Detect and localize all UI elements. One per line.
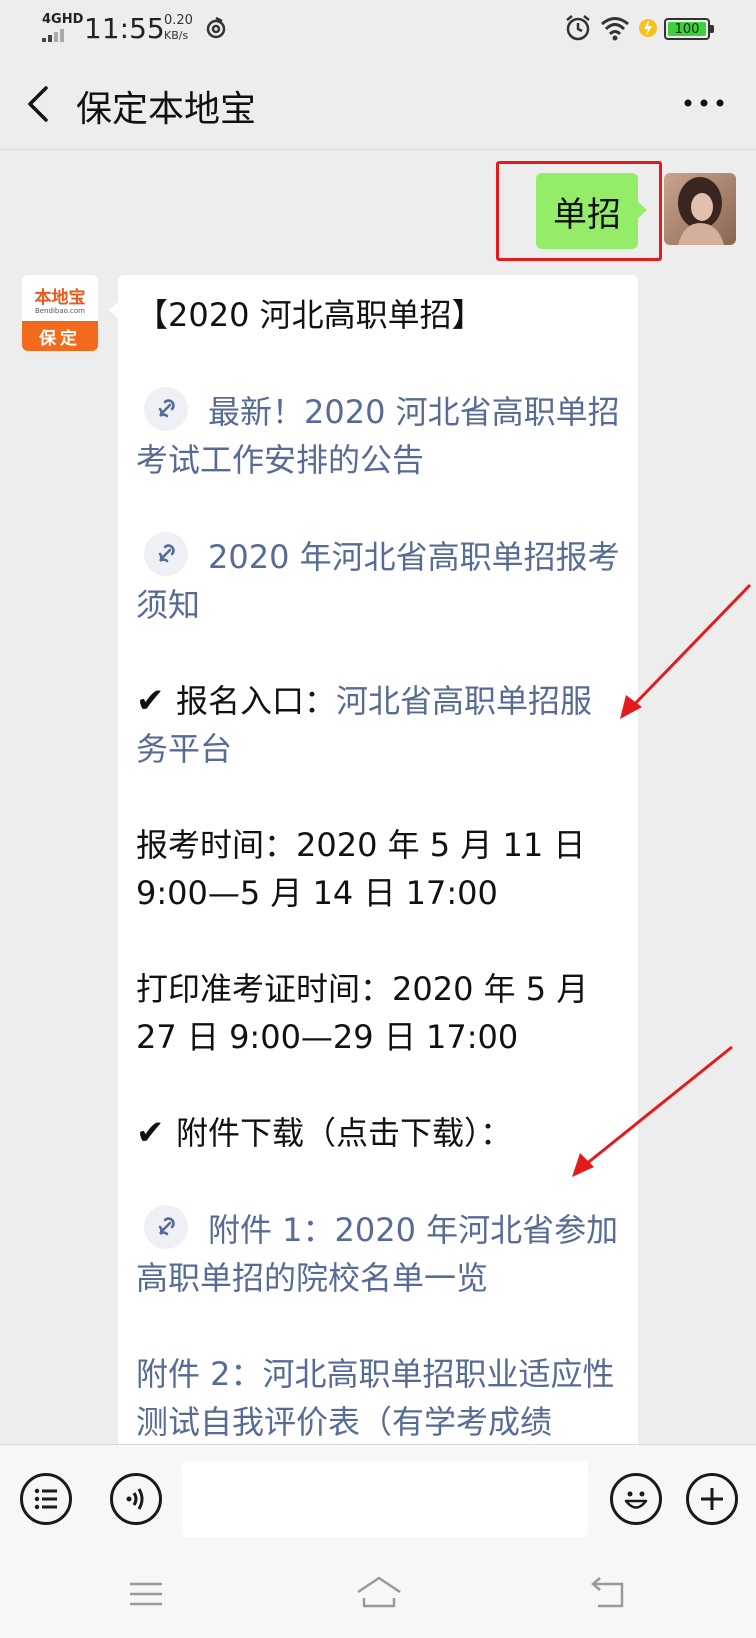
nav-menu-button[interactable] xyxy=(126,1576,166,1612)
status-bar: 4GHD 11:55 0.20 KB/s 100 xyxy=(0,0,756,58)
register-prefix: 报名入口： xyxy=(176,682,337,720)
reply-title: 【2020 河北高职单招】 xyxy=(136,296,484,334)
chevron-left-icon xyxy=(28,86,48,122)
nav-home-button[interactable] xyxy=(354,1572,404,1612)
link-item[interactable]: 最新！2020 河北省高职单招考试工作安排的公告 xyxy=(136,387,622,484)
print-time: 打印准考证时间：2020 年 5 月 27 日 9:00—29 日 17:00 xyxy=(136,970,589,1056)
nav-back-button[interactable] xyxy=(588,1574,628,1612)
back-button[interactable] xyxy=(20,82,60,126)
bot-avatar[interactable]: 本地宝 Bendibao.com 保定 xyxy=(22,275,98,351)
logo-text: 本地宝 xyxy=(34,288,86,308)
charging-bolt-icon xyxy=(639,19,657,37)
logo-subtext: Bendibao.com xyxy=(34,307,85,315)
register-line: ✔ 报名入口：河北省高职单招服务平台 xyxy=(136,677,622,773)
emoji-icon xyxy=(624,1491,648,1509)
link-item[interactable]: 2020 年河北省高职单招报考须知 xyxy=(136,532,622,629)
wifi-icon xyxy=(601,17,629,41)
signal-icon xyxy=(42,28,72,42)
user-avatar[interactable] xyxy=(664,173,736,245)
nfc-icon xyxy=(206,16,226,39)
link-text[interactable]: 2020 年河北省高职单招报考须知 xyxy=(136,538,620,624)
link-text[interactable]: 最新！2020 河北省高职单招考试工作安排的公告 xyxy=(136,393,620,479)
reply-message-bubble: 【2020 河北高职单招】 最新！2020 河北省高职单招考试工作安排的公告 2… xyxy=(118,275,638,1444)
system-nav-bar xyxy=(0,1552,756,1638)
mini-program-link-icon xyxy=(144,1205,188,1249)
avatar-photo xyxy=(664,173,736,245)
mini-program-link-icon xyxy=(144,387,188,431)
service-menu-button[interactable] xyxy=(20,1473,72,1525)
status-time: 11:55 xyxy=(84,12,165,45)
attachment-1-text[interactable]: 附件 1：2020 年河北省参加高职单招的院校名单一览 xyxy=(136,1211,618,1297)
list-icon xyxy=(34,1488,57,1510)
sent-message-text: 单招 xyxy=(553,194,621,235)
chat-header: 保定本地宝 xyxy=(0,58,756,150)
attachment-link[interactable]: 附件 1：2020 年河北省参加高职单招的院校名单一览 xyxy=(136,1205,622,1302)
chat-area[interactable]: 单招 本地宝 Bendibao.com 保定 【2020 河北高职单招】 最新！… xyxy=(0,151,756,1444)
checkmark-icon: ✔ xyxy=(136,681,165,721)
input-bar xyxy=(0,1444,756,1552)
page-title: 保定本地宝 xyxy=(76,89,257,130)
ellipsis-icon xyxy=(684,99,724,107)
attachments-heading: ✔ 附件下载（点击下载）： xyxy=(136,1109,622,1157)
logo-city: 保定 xyxy=(22,321,98,351)
apply-time: 报考时间：2020 年 5 月 11 日 9:00—5 月 14 日 17:00 xyxy=(136,826,586,912)
voice-button[interactable] xyxy=(110,1473,162,1525)
annotation-arrow-icon xyxy=(572,1045,733,1177)
network-speed-unit: KB/s xyxy=(164,29,189,42)
network-type: 4GHD xyxy=(42,12,84,27)
add-button[interactable] xyxy=(686,1473,738,1525)
home-icon xyxy=(357,1576,401,1608)
menu-icon xyxy=(130,1582,162,1606)
attachments-heading-text: 附件下载（点击下载）： xyxy=(176,1114,513,1152)
emoji-button[interactable] xyxy=(610,1473,662,1525)
annotation-arrow-icon xyxy=(620,583,752,719)
battery-icon: 100 xyxy=(664,18,714,40)
bubble-tail xyxy=(637,201,647,219)
attachment-2-text[interactable]: 附件 2：河北高职单招职业适应性测试自我评价表（有学考成绩 xyxy=(136,1350,622,1444)
voice-icon xyxy=(126,1488,144,1510)
alarm-icon xyxy=(566,15,590,41)
network-speed-value: 0.20 xyxy=(164,13,193,28)
more-button[interactable] xyxy=(680,88,728,118)
message-input[interactable] xyxy=(182,1461,588,1537)
checkmark-icon: ✔ xyxy=(136,1113,165,1153)
battery-level: 100 xyxy=(668,22,706,37)
add-icon xyxy=(701,1488,723,1510)
mini-program-link-icon xyxy=(144,532,188,576)
sent-message-bubble[interactable]: 单招 xyxy=(536,173,638,249)
back-icon xyxy=(591,1577,624,1608)
